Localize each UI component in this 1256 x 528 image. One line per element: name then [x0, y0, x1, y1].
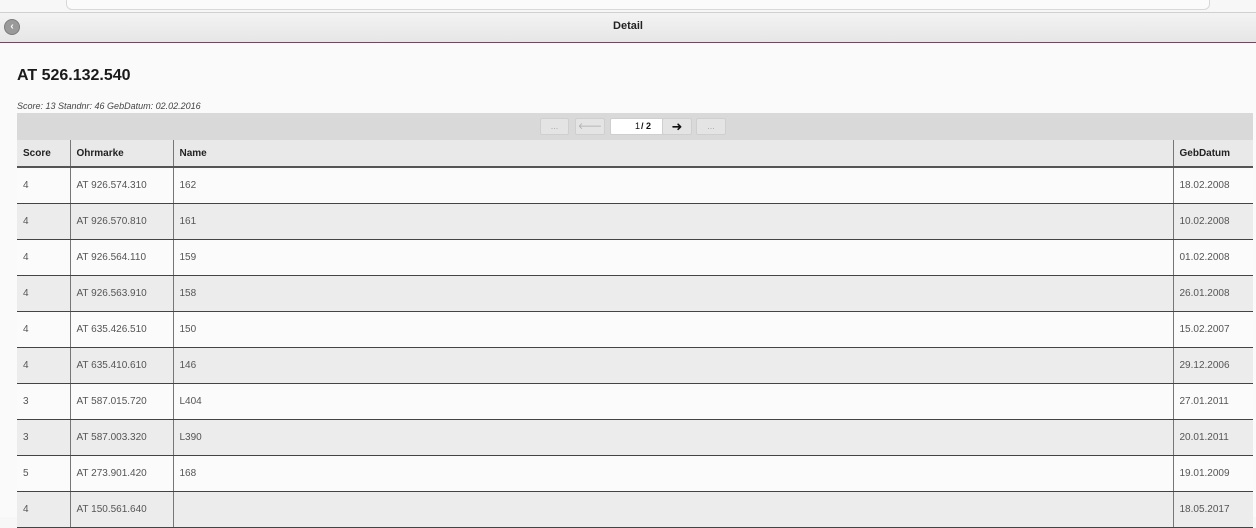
- cell-score: 3: [17, 419, 70, 456]
- table-row[interactable]: 4 AT 926.574.310 162 18.02.2008: [17, 167, 1253, 204]
- offspring-table: Score Ohrmarke Name GebDatum 4 AT 926.57…: [17, 140, 1253, 528]
- column-header-score[interactable]: Score: [17, 140, 70, 168]
- cell-gebdatum: 10.02.2008: [1172, 203, 1253, 240]
- cell-ohrmarke: AT 273.901.420: [69, 455, 173, 492]
- top-strip: [0, 0, 1256, 12]
- cell-name: L390: [172, 419, 1173, 456]
- cell-ohrmarke: AT 635.410.610: [69, 347, 173, 384]
- cell-gebdatum: 01.02.2008: [1172, 239, 1253, 276]
- arrow-right-icon[interactable]: ➜: [662, 118, 692, 135]
- cell-name: [172, 491, 1173, 528]
- cell-gebdatum: 18.05.2017: [1172, 491, 1253, 528]
- arrow-left-icon[interactable]: 🡐: [575, 118, 605, 135]
- cell-ohrmarke: AT 587.003.320: [69, 419, 173, 456]
- table-row[interactable]: 4 AT 635.410.610 146 29.12.2006: [17, 347, 1253, 384]
- cell-score: 5: [17, 455, 70, 492]
- cell-gebdatum: 18.02.2008: [1172, 167, 1253, 204]
- cell-score: 4: [17, 347, 70, 384]
- cell-gebdatum: 15.02.2007: [1172, 311, 1253, 348]
- cell-gebdatum: 20.01.2011: [1172, 419, 1253, 456]
- table-row[interactable]: 4 AT 926.563.910 158 26.01.2008: [17, 275, 1253, 312]
- column-header-gebdatum[interactable]: GebDatum: [1172, 140, 1253, 168]
- last-page-button[interactable]: ...: [696, 118, 726, 135]
- cell-score: 4: [17, 167, 70, 204]
- table-row[interactable]: 4 AT 926.570.810 161 10.02.2008: [17, 203, 1253, 240]
- animal-summary: Score: 13 Standnr: 46 GebDatum: 02.02.20…: [17, 101, 201, 111]
- cell-ohrmarke: AT 150.561.640: [69, 491, 173, 528]
- page-header-title: Detail: [613, 20, 643, 32]
- first-page-button[interactable]: ...: [540, 118, 569, 135]
- cell-ohrmarke: AT 926.570.810: [69, 203, 173, 240]
- cell-name: 150: [172, 311, 1173, 348]
- column-header-ohrmarke[interactable]: Ohrmarke: [69, 140, 173, 168]
- cell-score: 4: [17, 275, 70, 312]
- total-pages: / 2: [640, 121, 651, 131]
- cell-name: 168: [172, 455, 1173, 492]
- cell-gebdatum: 26.01.2008: [1172, 275, 1253, 312]
- table-row[interactable]: 3 AT 587.015.720 L404 27.01.2011: [17, 383, 1253, 420]
- cell-ohrmarke: AT 926.564.110: [69, 239, 173, 276]
- column-header-name[interactable]: Name: [172, 140, 1173, 168]
- current-page: 1: [634, 121, 640, 131]
- cell-ohrmarke: AT 926.563.910: [69, 275, 173, 312]
- cell-ohrmarke: AT 926.574.310: [69, 167, 173, 204]
- table-row[interactable]: 4 AT 150.561.640 18.05.2017: [17, 491, 1253, 528]
- top-search-frame: [66, 0, 1210, 10]
- cell-score: 4: [17, 203, 70, 240]
- cell-ohrmarke: AT 635.426.510: [69, 311, 173, 348]
- navigation-bar: ‹ Detail: [0, 12, 1256, 44]
- cell-name: 161: [172, 203, 1173, 240]
- table-row[interactable]: 3 AT 587.003.320 L390 20.01.2011: [17, 419, 1253, 456]
- page-title: AT 526.132.540: [17, 67, 131, 84]
- cell-gebdatum: 27.01.2011: [1172, 383, 1253, 420]
- cell-name: L404: [172, 383, 1173, 420]
- cell-name: 146: [172, 347, 1173, 384]
- cell-score: 3: [17, 383, 70, 420]
- cell-gebdatum: 29.12.2006: [1172, 347, 1253, 384]
- cell-name: 159: [172, 239, 1173, 276]
- pagination-bar: ... 🡐 1 / 2 ➜ ...: [17, 113, 1253, 140]
- table-row[interactable]: 5 AT 273.901.420 168 19.01.2009: [17, 455, 1253, 492]
- cell-name: 162: [172, 167, 1173, 204]
- table-header-row: Score Ohrmarke Name GebDatum: [17, 140, 1253, 168]
- cell-name: 158: [172, 275, 1173, 312]
- cell-ohrmarke: AT 587.015.720: [69, 383, 173, 420]
- cell-score: 4: [17, 239, 70, 276]
- cell-score: 4: [17, 491, 70, 528]
- table-row[interactable]: 4 AT 926.564.110 159 01.02.2008: [17, 239, 1253, 276]
- table-row[interactable]: 4 AT 635.426.510 150 15.02.2007: [17, 311, 1253, 348]
- cell-score: 4: [17, 311, 70, 348]
- detail-content: AT 526.132.540 Score: 13 Standnr: 46 Geb…: [0, 43, 1256, 528]
- cell-gebdatum: 19.01.2009: [1172, 455, 1253, 492]
